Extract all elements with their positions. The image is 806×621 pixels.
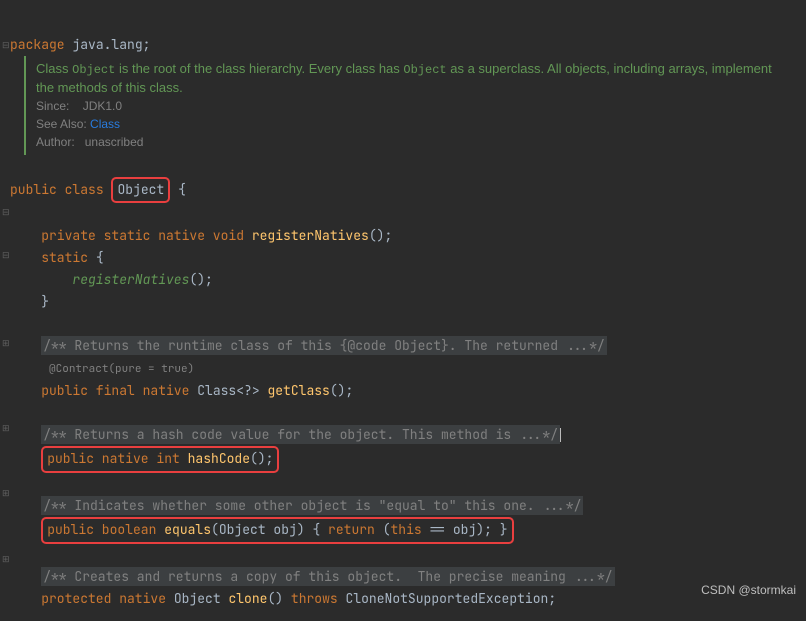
class-keyword: class: [65, 181, 104, 198]
class-public: public: [10, 181, 57, 198]
package-keyword: package: [10, 36, 65, 53]
clone-mods: protected native: [41, 590, 166, 607]
since-label: Since:: [36, 99, 69, 113]
getclass-mods: public final native: [41, 382, 189, 399]
fold-icon[interactable]: ⊞: [2, 548, 10, 570]
static-call: registerNatives: [72, 271, 189, 288]
getclass-name: getClass: [267, 382, 329, 399]
watermark: CSDN @stormkai: [701, 579, 796, 601]
author-value: unascribed: [85, 135, 144, 149]
fold-icon[interactable]: ⊟: [2, 201, 10, 223]
register-mods: private static native void: [41, 227, 244, 244]
clone-exception: CloneNotSupportedException: [346, 590, 549, 607]
author-label: Author:: [36, 135, 75, 149]
fold-icon[interactable]: ⊟: [2, 34, 10, 56]
contract-anno: @Contract(pure = true): [49, 362, 194, 376]
getclass-doc[interactable]: /** Returns the runtime class of this {@…: [41, 336, 607, 355]
text-caret: [560, 428, 561, 442]
clone-name: clone: [228, 590, 267, 607]
fold-icon[interactable]: ⊟: [2, 244, 10, 266]
register-name: registerNatives: [252, 227, 369, 244]
class-javadoc: Class Object is the root of the class hi…: [24, 56, 784, 155]
hashcode-doc[interactable]: /** Returns a hash code value for the ob…: [41, 425, 560, 444]
fold-icon[interactable]: ⊞: [2, 482, 10, 504]
fold-icon[interactable]: ⊞: [2, 332, 10, 354]
fold-icon[interactable]: ⊞: [2, 417, 10, 439]
class-name-highlight: Object: [111, 177, 170, 203]
clone-doc[interactable]: /** Creates and returns a copy of this o…: [41, 567, 614, 586]
package-name: java.lang: [72, 36, 142, 53]
static-kw: static: [41, 249, 88, 266]
hashcode-highlight: public native int hashCode();: [41, 446, 279, 473]
see-also-link[interactable]: Class: [90, 117, 120, 131]
since-value: JDK1.0: [83, 99, 122, 113]
equals-highlight: public boolean equals(Object obj) { retu…: [41, 517, 513, 544]
code-editor[interactable]: package java.lang; Class Object is the r…: [0, 0, 806, 621]
equals-doc[interactable]: /** Indicates whether some other object …: [41, 496, 583, 515]
see-also-label: See Also:: [36, 117, 87, 131]
